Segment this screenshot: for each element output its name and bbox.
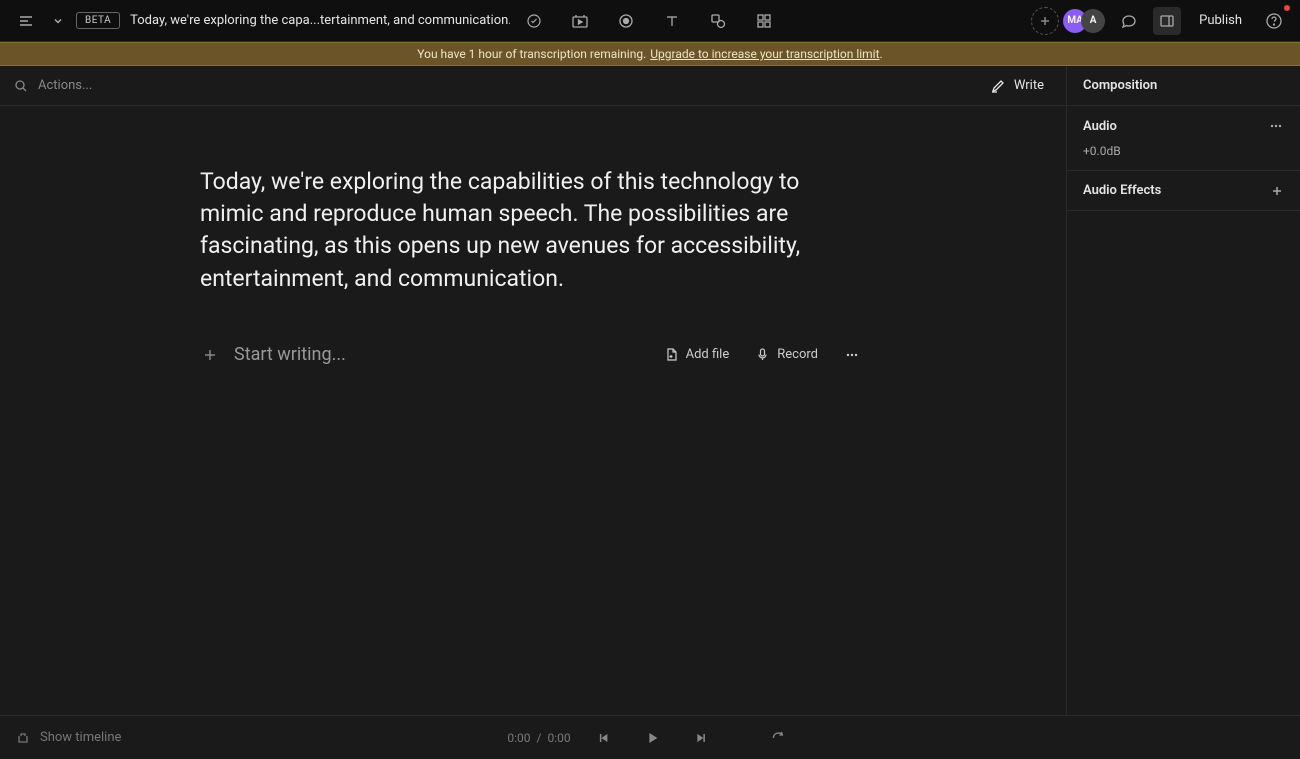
editor-pane: Actions... Write Today, we're exploring … <box>0 66 1066 715</box>
audio-more-icon[interactable] <box>1268 118 1284 134</box>
time-separator: / <box>537 731 542 745</box>
timeline-icon <box>16 731 30 745</box>
top-bar: BETA Today, we're exploring the capa...t… <box>0 0 1300 42</box>
skip-forward-button[interactable] <box>687 724 715 752</box>
chevron-down-icon[interactable] <box>50 7 66 35</box>
play-button[interactable] <box>639 724 667 752</box>
more-icon <box>844 347 860 363</box>
upgrade-banner: You have 1 hour of transcription remaini… <box>0 42 1300 66</box>
editor-body[interactable]: Today, we're exploring the capabilities … <box>0 106 1066 715</box>
help-icon[interactable] <box>1260 7 1288 35</box>
avatar-group[interactable]: MA A <box>1069 9 1105 33</box>
menu-icon[interactable] <box>12 7 40 35</box>
document-title[interactable]: Today, we're exploring the capa...tertai… <box>130 13 510 28</box>
write-button[interactable]: Write <box>982 74 1052 98</box>
show-timeline-button[interactable]: Show timeline <box>16 730 121 745</box>
notification-dot <box>1284 5 1290 11</box>
composition-sidebar: Composition Audio +0.0dB Audio Effects <box>1066 66 1300 715</box>
record-label: Record <box>777 347 818 362</box>
playback-controls: 0:00 / 0:00 <box>507 724 792 752</box>
beta-badge: BETA <box>76 12 120 29</box>
panel-toggle-icon[interactable] <box>1153 7 1181 35</box>
add-effect-button[interactable] <box>1270 184 1284 198</box>
time-display: 0:00 / 0:00 <box>507 731 570 745</box>
search-icon <box>14 79 28 93</box>
video-icon[interactable] <box>566 7 594 35</box>
skip-back-button[interactable] <box>591 724 619 752</box>
banner-dot: . <box>880 47 883 61</box>
audio-effects-section[interactable]: Audio Effects <box>1067 171 1300 211</box>
banner-upgrade-link[interactable]: Upgrade to increase your transcription l… <box>650 47 879 61</box>
more-options-button[interactable] <box>838 343 866 367</box>
writing-row: Start writing... Add file Record <box>200 343 866 367</box>
document-content[interactable]: Today, we're exploring the capabilities … <box>200 166 860 295</box>
bottom-bar: Show timeline 0:00 / 0:00 <box>0 715 1300 759</box>
comment-icon[interactable] <box>1115 7 1143 35</box>
effects-section-title: Audio Effects <box>1083 183 1161 198</box>
add-user-button[interactable] <box>1031 7 1059 35</box>
mic-icon <box>755 347 770 362</box>
write-label: Write <box>1014 78 1044 93</box>
sidebar-title: Composition <box>1067 66 1300 106</box>
topbar-tools <box>566 7 778 35</box>
audio-section-title: Audio <box>1083 119 1117 134</box>
audio-gain-value[interactable]: +0.0dB <box>1083 144 1284 158</box>
status-check-icon <box>520 7 548 35</box>
audio-section[interactable]: Audio +0.0dB <box>1067 106 1300 171</box>
write-icon <box>990 78 1006 94</box>
banner-text: You have 1 hour of transcription remaini… <box>417 47 646 61</box>
loop-button[interactable] <box>765 724 793 752</box>
avatar: A <box>1081 9 1105 33</box>
grid-icon[interactable] <box>750 7 778 35</box>
actions-placeholder: Actions... <box>38 78 92 93</box>
text-icon[interactable] <box>658 7 686 35</box>
actions-bar: Actions... Write <box>0 66 1066 106</box>
start-writing-placeholder[interactable]: Start writing... <box>234 344 644 365</box>
total-time: 0:00 <box>547 731 570 745</box>
add-file-button[interactable]: Add file <box>658 343 736 366</box>
file-icon <box>664 347 679 362</box>
actions-search[interactable]: Actions... <box>14 78 982 93</box>
record-button[interactable]: Record <box>749 343 824 366</box>
main-area: Actions... Write Today, we're exploring … <box>0 66 1300 715</box>
record-circle-icon[interactable] <box>612 7 640 35</box>
current-time: 0:00 <box>507 731 530 745</box>
show-timeline-label: Show timeline <box>40 730 121 745</box>
add-file-label: Add file <box>686 347 730 362</box>
topbar-left: BETA Today, we're exploring the capa...t… <box>12 7 1021 35</box>
insert-block-button[interactable] <box>200 348 220 362</box>
topbar-right: MA A Publish <box>1031 7 1288 35</box>
publish-button[interactable]: Publish <box>1191 9 1250 32</box>
shapes-icon[interactable] <box>704 7 732 35</box>
